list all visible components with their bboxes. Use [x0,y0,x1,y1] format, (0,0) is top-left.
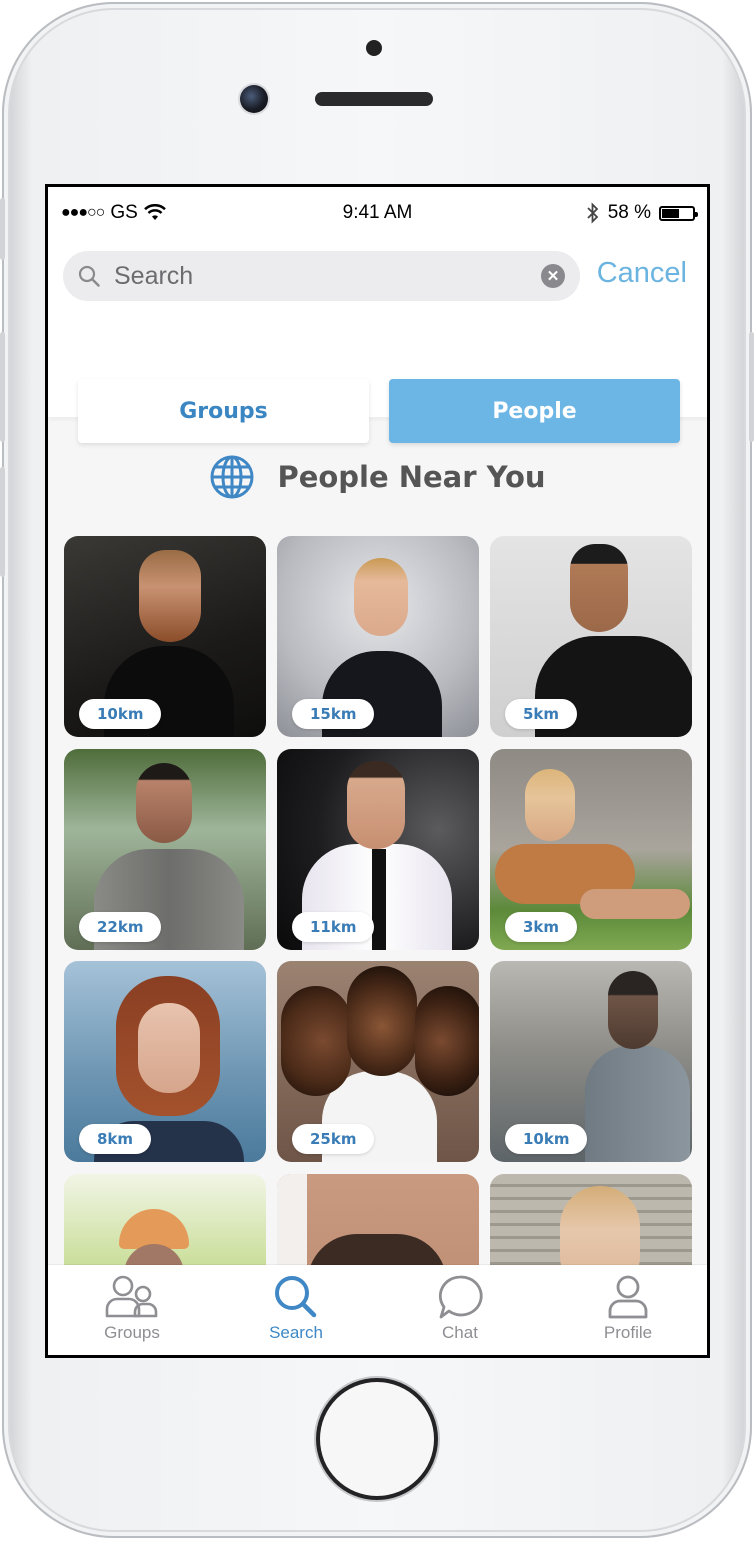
distance-badge: 15km [292,699,375,729]
distance-badge: 22km [79,912,162,942]
search-input[interactable] [112,260,541,292]
screen: ●●●○○ GS 9:41 AM 58 % Search ✕ Cancel Gr… [45,184,710,1358]
distance-badge: 5km [505,699,578,729]
chat-icon [438,1275,483,1319]
person-card[interactable]: 8km [64,961,266,1162]
tab-search[interactable]: Search [236,1273,356,1343]
earpiece-speaker [315,92,433,106]
person-card[interactable]: 25km [277,961,479,1162]
person-card[interactable]: 22km [64,749,266,950]
distance-badge: 3km [505,912,578,942]
tab-groups[interactable]: Groups [72,1273,192,1343]
distance-badge: 10km [505,1124,588,1154]
clear-search-icon[interactable]: ✕ [541,264,565,288]
search-icon [78,265,100,287]
section-title: People Near You [277,460,546,494]
tab-profile[interactable]: Profile [568,1273,688,1343]
search-header: ✕ Cancel Groups People [48,239,707,443]
power-button [749,332,754,442]
distance-badge: 8km [79,1124,152,1154]
tab-label: Chat [442,1323,478,1342]
person-card[interactable]: 3km [490,749,692,950]
proximity-sensor [366,40,382,56]
tab-label: Groups [104,1323,160,1342]
search-bar[interactable]: ✕ [63,251,580,301]
person-card[interactable]: 15km [277,536,479,737]
globe-icon [210,455,254,499]
person-photo [119,1209,189,1249]
tab-label: Profile [603,1323,653,1342]
distance-badge: 10km [79,699,162,729]
distance-badge: 11km [292,912,375,942]
person-card[interactable]: 5km [490,536,692,737]
tab-chat[interactable]: Chat [400,1273,520,1343]
segment-people[interactable]: People [389,379,680,443]
cancel-button[interactable]: Cancel [597,257,687,290]
person-card[interactable]: 11km [277,749,479,950]
status-bar: ●●●○○ GS 9:41 AM 58 % [48,187,707,239]
volume-up-button [0,332,5,442]
person-photo [585,1046,690,1162]
person-card[interactable]: 10km [64,536,266,737]
distance-badge: 25km [292,1124,375,1154]
section-header: People Near You [48,450,707,504]
groups-icon [105,1275,158,1318]
segment-groups[interactable]: Groups [78,379,369,443]
person-card[interactable]: 10km [490,961,692,1162]
battery-percent: 58 % [607,202,651,223]
tab-bar: Groups Search Chat Profile [48,1265,707,1355]
mute-switch [0,198,5,260]
volume-down-button [0,467,5,577]
battery-icon [659,205,698,221]
tab-label: Search [269,1323,323,1342]
search-icon [275,1276,317,1318]
profile-icon [608,1275,648,1319]
front-camera [240,85,268,113]
home-button[interactable] [320,1382,434,1496]
bluetooth-icon [587,202,598,224]
